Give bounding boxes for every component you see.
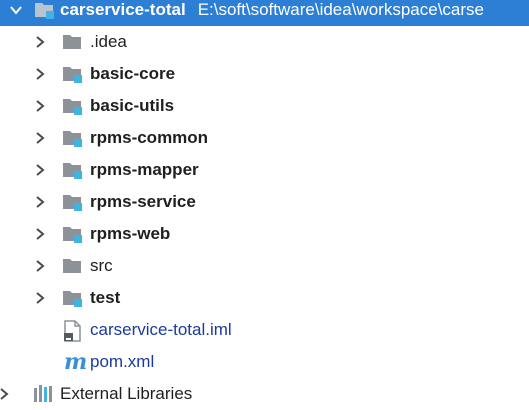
tree-folder-row[interactable]: rpms-mapper — [0, 154, 529, 186]
project-path: E:\soft\software\idea\workspace\carse — [197, 0, 484, 19]
libraries-icon — [32, 382, 54, 402]
chevron-right-icon[interactable] — [0, 386, 12, 402]
tree-folder-row[interactable]: src — [0, 250, 529, 282]
project-name: carservice-total — [60, 0, 186, 19]
tree-folder-row[interactable]: test — [0, 282, 529, 314]
iml-file-label: carservice-total.iml — [90, 320, 232, 339]
external-libraries-label: External Libraries — [60, 384, 193, 403]
chevron-right-icon[interactable] — [32, 226, 48, 242]
tree-folder-label: rpms-common — [90, 128, 209, 147]
folder-icon — [62, 32, 84, 52]
tree-folder-row[interactable]: rpms-web — [0, 218, 529, 250]
tree-file-row-pom[interactable]: m pom.xml — [0, 346, 529, 378]
chevron-right-icon[interactable] — [32, 290, 48, 306]
tree-folder-label: .idea — [90, 32, 127, 51]
tree-folder-label: basic-utils — [90, 96, 175, 115]
module-folder-icon — [62, 128, 84, 148]
tree-folder-label: basic-core — [90, 64, 176, 83]
external-libraries-row[interactable]: External Libraries — [0, 378, 529, 410]
tree-folder-row[interactable]: basic-core — [0, 58, 529, 90]
tree-folder-row[interactable]: basic-utils — [0, 90, 529, 122]
module-folder-icon — [62, 96, 84, 116]
module-folder-icon — [62, 64, 84, 84]
chevron-right-icon[interactable] — [32, 66, 48, 82]
tree-folder-row[interactable]: rpms-common — [0, 122, 529, 154]
module-folder-icon — [62, 288, 84, 308]
tree-folder-label: src — [90, 256, 113, 275]
chevron-right-icon[interactable] — [32, 98, 48, 114]
module-folder-icon — [62, 192, 84, 212]
module-folder-icon — [62, 160, 84, 180]
module-folder-icon — [34, 0, 56, 20]
folder-icon — [62, 256, 84, 276]
module-folder-icon — [62, 224, 84, 244]
chevron-right-icon[interactable] — [32, 258, 48, 274]
iml-file-icon — [62, 320, 84, 342]
tree-folder-row[interactable]: .idea — [0, 26, 529, 58]
chevron-right-icon[interactable] — [32, 34, 48, 50]
tree-folder-label: rpms-mapper — [90, 160, 199, 179]
maven-icon: m — [64, 349, 88, 375]
chevron-right-icon[interactable] — [32, 162, 48, 178]
tree-folder-row[interactable]: rpms-service — [0, 186, 529, 218]
project-root-row[interactable]: carservice-total E:\soft\software\idea\wo… — [0, 0, 529, 26]
chevron-right-icon[interactable] — [32, 194, 48, 210]
tree-folder-label: rpms-service — [90, 192, 196, 211]
chevron-down-icon[interactable] — [8, 2, 24, 18]
tree-folder-label: test — [90, 288, 121, 307]
chevron-right-icon[interactable] — [32, 130, 48, 146]
pom-file-label: pom.xml — [90, 352, 155, 371]
tree-folder-label: rpms-web — [90, 224, 171, 243]
tree-file-row-iml[interactable]: carservice-total.iml — [0, 314, 529, 346]
